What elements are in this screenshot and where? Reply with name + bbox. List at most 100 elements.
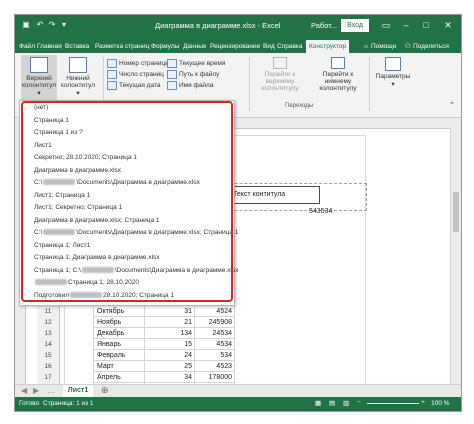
current-date-label: Текущая дата xyxy=(119,82,161,90)
cell-value[interactable]: 4524 xyxy=(195,306,235,317)
dropdown-item-text: Лист1; Секретно; Страница 1 xyxy=(34,204,123,211)
cell-month[interactable]: Апрель xyxy=(93,372,145,383)
cell-month[interactable]: Ноябрь xyxy=(93,317,145,328)
goto-header-button[interactable]: Перейти к верхнему колонтитулу xyxy=(253,57,307,92)
dropdown-item[interactable]: Страница 1; 28.10.2020 xyxy=(34,279,139,286)
footer-button-label: Нижний колонтитул ▾ xyxy=(60,75,96,97)
dropdown-item[interactable]: Диаграмма в диаграмме.xlsx; Страница 1 xyxy=(34,217,160,224)
cell-month[interactable]: Январь xyxy=(93,339,145,350)
file-name-label: Имя файла xyxy=(179,82,214,90)
tab-home[interactable]: Главная xyxy=(37,40,62,53)
dropdown-item[interactable]: Лист1; Секретно; Страница 1 xyxy=(34,204,122,211)
close-icon[interactable]: ✕ xyxy=(441,19,455,32)
collapse-ribbon-icon[interactable]: ^ xyxy=(447,101,457,108)
cell-count[interactable]: 34 xyxy=(145,372,195,383)
cell-month[interactable]: Февраль xyxy=(93,350,145,361)
current-date-button[interactable]: Текущая дата xyxy=(107,81,160,90)
cell-value[interactable]: 534 xyxy=(195,350,235,361)
dropdown-item[interactable]: Страница 1 из ? xyxy=(34,129,83,136)
dropdown-item[interactable]: Страница 1; Диаграмма в диаграмме.xlsx xyxy=(34,254,160,261)
more-sheets-icon[interactable]: … xyxy=(47,386,55,395)
page-number-button[interactable]: Номер страницы xyxy=(107,59,170,68)
prev-sheet-icon[interactable]: ◀ xyxy=(21,386,27,395)
header-text-field[interactable]: Текст контитула xyxy=(229,186,320,204)
cell-month[interactable]: Декабрь xyxy=(93,328,145,339)
add-sheet-icon[interactable]: ⊕ xyxy=(101,385,109,396)
header-button-label: Верхний колонтитул ▾ xyxy=(21,75,57,97)
page-break-view-icon[interactable]: ▥ xyxy=(343,399,349,407)
maximize-icon[interactable]: □ xyxy=(419,19,433,32)
dropdown-item[interactable]: Страница 1 xyxy=(34,117,69,124)
cell-count[interactable]: 21 xyxy=(145,317,195,328)
cell-count[interactable]: 134 xyxy=(145,328,195,339)
redo-icon[interactable]: ↷ xyxy=(47,20,57,30)
scroll-thumb[interactable] xyxy=(453,192,459,232)
goto-footer-button[interactable]: Перейти к нижнему колонтитулу xyxy=(311,57,365,92)
vertical-scrollbar[interactable] xyxy=(450,128,461,384)
dropdown-item[interactable]: Страница 1; Лист1 xyxy=(34,242,90,249)
tab-insert[interactable]: Вставка xyxy=(65,40,89,53)
next-sheet-icon[interactable]: ▶ xyxy=(33,386,39,395)
dropdown-item[interactable]: (нет) xyxy=(34,104,48,111)
cell-month[interactable]: Март xyxy=(93,361,145,372)
page-count-button[interactable]: Число страниц xyxy=(107,70,164,79)
file-path-button[interactable]: Путь к файлу xyxy=(167,70,219,79)
zoom-out-icon[interactable]: − xyxy=(357,399,361,406)
save-icon[interactable]: ▣ xyxy=(21,20,31,30)
tab-data[interactable]: Данные xyxy=(183,40,206,53)
folder-icon xyxy=(167,70,177,79)
current-time-button[interactable]: Текущее время xyxy=(167,59,225,68)
cell-count[interactable]: 24 xyxy=(145,350,195,361)
cell-month[interactable]: Октябрь xyxy=(93,306,145,317)
params-button[interactable]: Параметры ▾ xyxy=(373,57,413,88)
cell-value[interactable]: 178000 xyxy=(195,372,235,383)
tab-design[interactable]: Конструктор xyxy=(306,40,350,53)
zoom-in-icon[interactable]: + xyxy=(421,399,425,406)
chevron-down-icon: ▾ xyxy=(391,81,395,88)
tab-help[interactable]: Справка xyxy=(277,40,303,53)
dropdown-item-text: Лист1 xyxy=(34,141,52,149)
cell-value[interactable]: 245908 xyxy=(195,317,235,328)
undo-icon[interactable]: ↶ xyxy=(35,20,45,30)
cell-value[interactable]: 4534 xyxy=(195,339,235,350)
redacted-text xyxy=(35,279,67,286)
status-ready: Готово xyxy=(19,400,40,407)
status-bar: Готово Страница: 1 из 1 ▦ ▤ ▥ − + 100 % xyxy=(15,397,461,411)
file-path-label: Путь к файлу xyxy=(179,71,220,79)
cell-value[interactable]: 24534 xyxy=(195,328,235,339)
dropdown-item[interactable]: C:\ \Documents\Диаграмма в диаграмме.xlsx xyxy=(34,179,200,186)
cell-count[interactable]: 15 xyxy=(145,339,195,350)
dropdown-item[interactable]: Лист1; Страница 1 xyxy=(34,192,90,199)
dropdown-item[interactable]: Подготовил 28.10.2020; Страница 1 xyxy=(34,292,174,299)
tab-page-layout[interactable]: Разметка страниц xyxy=(95,40,149,53)
tab-file[interactable]: Файл xyxy=(19,40,35,53)
dropdown-item[interactable]: Секретно; 28.10.2020; Страница 1 xyxy=(34,154,137,161)
dropdown-item[interactable]: Лист1 xyxy=(34,142,52,149)
page-layout-view-icon[interactable]: ▤ xyxy=(329,399,335,407)
tab-review[interactable]: Рецензирование xyxy=(210,40,260,53)
tab-share[interactable]: Поделиться xyxy=(413,40,449,53)
dropdown-item-text: Лист1; Страница 1 xyxy=(34,191,91,199)
dropdown-item[interactable]: Страница 1; C:\ \Documents\Диаграмма в ди… xyxy=(34,267,238,274)
minimize-icon[interactable]: – xyxy=(399,19,413,32)
cell-value[interactable]: 4523 xyxy=(195,361,235,372)
footer-button[interactable]: Нижний колонтитул ▾ xyxy=(59,55,97,101)
dropdown-item-text: Страница 1; Диаграмма в диаграмме.xlsx xyxy=(34,254,160,261)
ribbon-options-icon[interactable]: ▭ xyxy=(379,19,393,32)
zoom-slider[interactable] xyxy=(367,403,419,404)
customize-icon[interactable]: ▾ xyxy=(59,20,69,30)
signin-button[interactable]: Вход xyxy=(341,19,369,32)
dropdown-item-text: C:\ xyxy=(34,179,43,186)
tab-formulas[interactable]: Формулы xyxy=(151,40,179,53)
normal-view-icon[interactable]: ▦ xyxy=(315,399,321,407)
dropdown-item[interactable]: Диаграмма в диаграмме.xlsx xyxy=(34,167,121,174)
cell-count[interactable]: 25 xyxy=(145,361,195,372)
dropdown-item[interactable]: C:\ \Documents\Диаграмма в диаграмме.xlsx… xyxy=(34,229,238,236)
cell-count[interactable]: 31 xyxy=(145,306,195,317)
separator xyxy=(369,57,370,111)
tab-tell-me[interactable]: Помощн xyxy=(371,40,396,53)
tab-view[interactable]: Вид xyxy=(263,40,275,53)
file-name-button[interactable]: Имя файла xyxy=(167,81,213,90)
header-icon xyxy=(30,57,48,73)
header-button[interactable]: Верхний колонтитул ▾ xyxy=(21,55,57,101)
